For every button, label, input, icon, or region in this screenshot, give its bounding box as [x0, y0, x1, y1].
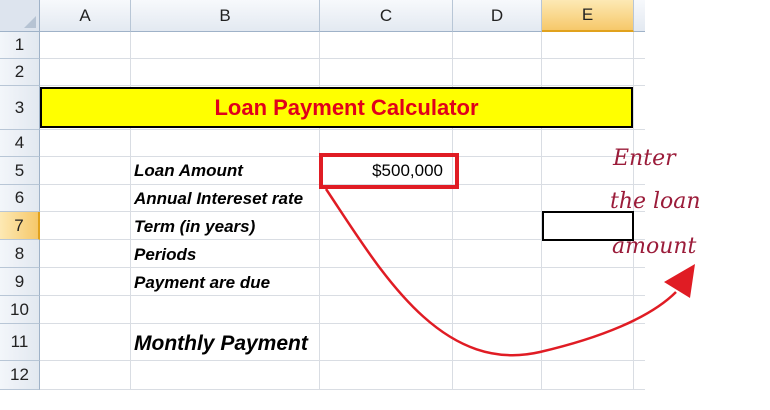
row-header-4[interactable]: 4 [0, 130, 40, 157]
row-header-12[interactable]: 12 [0, 361, 40, 390]
gridline [40, 295, 645, 296]
row-header-3[interactable]: 3 [0, 86, 40, 130]
row-header-11[interactable]: 11 [0, 324, 40, 361]
loan-amount-label[interactable]: Loan Amount [134, 157, 243, 184]
gridline [40, 85, 645, 86]
select-all-icon [24, 16, 36, 28]
column-header-e[interactable]: E [542, 0, 634, 32]
annotation-line-1: Enter [613, 146, 676, 171]
annual-rate-label[interactable]: Annual Intereset rate [134, 185, 303, 212]
gridline [40, 323, 645, 324]
column-header-b[interactable]: B [131, 0, 320, 32]
column-header-a[interactable]: A [40, 0, 131, 32]
column-header-c[interactable]: C [320, 0, 453, 32]
row-header-5[interactable]: 5 [0, 157, 40, 185]
gridline [40, 267, 645, 268]
select-all-button[interactable] [0, 0, 40, 32]
spreadsheet: A B C D E 1 2 3 4 5 6 7 8 9 10 11 12 Loa… [0, 0, 770, 410]
annotation-line-3: amount [612, 234, 697, 259]
monthly-payment-label[interactable]: Monthly Payment [134, 327, 308, 361]
term-label[interactable]: Term (in years) [134, 213, 255, 240]
row-header-1[interactable]: 1 [0, 32, 40, 59]
row-header-10[interactable]: 10 [0, 296, 40, 324]
row-header-8[interactable]: 8 [0, 240, 40, 268]
gridline [40, 360, 645, 361]
gridline [40, 129, 645, 130]
column-header-f-partial[interactable] [634, 0, 645, 32]
row-header-6[interactable]: 6 [0, 185, 40, 212]
loan-amount-value[interactable]: $500,000 [323, 157, 443, 185]
row-header-2[interactable]: 2 [0, 59, 40, 86]
payment-due-label[interactable]: Payment are due [134, 269, 270, 296]
gridline [40, 58, 645, 59]
column-header-d[interactable]: D [453, 0, 542, 32]
row-header-7[interactable]: 7 [0, 212, 40, 240]
title-cell[interactable]: Loan Payment Calculator [40, 87, 633, 128]
row-header-9[interactable]: 9 [0, 268, 40, 296]
annotation-line-2: the loan [610, 189, 701, 214]
periods-label[interactable]: Periods [134, 241, 196, 268]
gridline [40, 389, 645, 390]
annotation-arrowhead-icon [664, 264, 695, 298]
